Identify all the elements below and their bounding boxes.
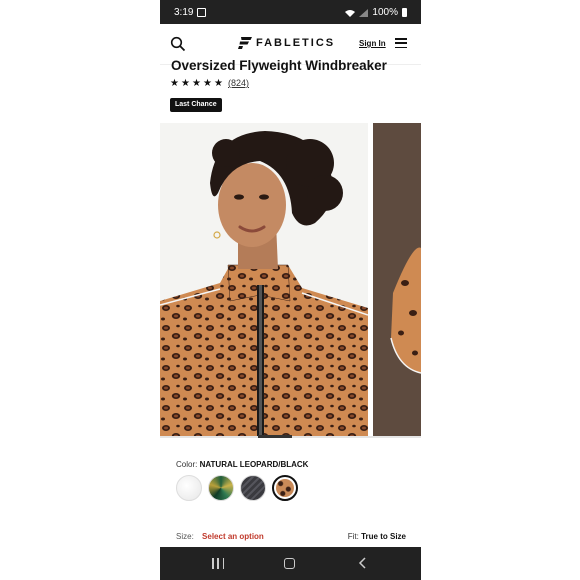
color-swatches <box>176 475 298 501</box>
fit-label: Fit: <box>347 532 359 541</box>
image-notification-icon <box>197 8 206 17</box>
product-title: Oversized Flyweight Windbreaker <box>171 58 387 73</box>
status-time: 3:19 <box>174 7 194 18</box>
model-illustration <box>160 123 368 436</box>
color-label: Color: NATURAL LEOPARD/BLACK <box>176 460 308 469</box>
half-star-icon: ★ <box>214 77 223 89</box>
color-label-text: Color: <box>176 460 198 469</box>
brand-name: FABLETICS <box>256 37 336 49</box>
star-icon: ★ <box>170 77 179 89</box>
product-image-gallery[interactable] <box>160 123 421 438</box>
selected-color-name: NATURAL LEOPARD/BLACK <box>199 460 309 469</box>
product-photo-next[interactable] <box>373 123 421 436</box>
brand-logo[interactable]: FABLETICS <box>238 37 335 49</box>
last-chance-badge: Last Chance <box>170 98 222 112</box>
product-photo-model[interactable] <box>160 123 368 436</box>
star-icon: ★ <box>181 77 190 89</box>
back-icon[interactable] <box>358 557 368 569</box>
battery-percent: 100% <box>372 7 398 18</box>
status-right: 100% <box>345 7 407 18</box>
star-icon: ★ <box>192 77 201 89</box>
size-label: Size: <box>176 532 194 541</box>
star-icon: ★ <box>203 77 212 89</box>
fit-value: True to Size <box>361 532 406 541</box>
home-icon[interactable] <box>284 558 295 569</box>
size-select[interactable]: Select an option <box>202 532 264 541</box>
review-count-link[interactable]: (824) <box>228 78 249 88</box>
swatch-green-pattern[interactable] <box>208 475 234 501</box>
phone-screen: 3:19 100% FABLETICS Sign In Oversized Fl… <box>160 0 421 580</box>
swatch-white[interactable] <box>176 475 202 501</box>
sign-in-link[interactable]: Sign In <box>359 39 386 48</box>
gallery-scroll-indicator[interactable] <box>258 435 292 438</box>
swatch-black[interactable] <box>240 475 266 501</box>
next-photo-illustration <box>373 123 421 436</box>
signal-icon <box>359 8 369 17</box>
size-row: Size: Select an option Fit: True to Size <box>176 532 406 541</box>
wifi-icon <box>345 9 356 17</box>
search-icon[interactable] <box>170 36 186 52</box>
fabletics-logo-icon <box>238 37 252 49</box>
product-rating[interactable]: ★ ★ ★ ★ ★ (824) <box>170 78 249 88</box>
battery-icon <box>402 8 407 17</box>
hamburger-menu-icon[interactable] <box>395 38 407 48</box>
fit-info: Fit: True to Size <box>348 532 406 541</box>
android-nav-bar <box>160 547 421 580</box>
status-bar: 3:19 100% <box>160 0 421 24</box>
swatch-natural-leopard[interactable] <box>272 475 298 501</box>
recent-apps-icon[interactable] <box>212 558 224 569</box>
